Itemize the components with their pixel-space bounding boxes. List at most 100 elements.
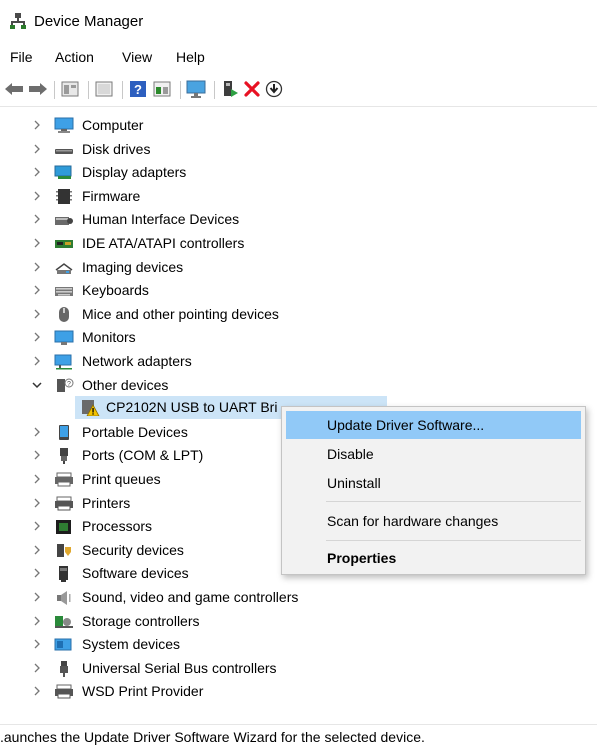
chevron-right-icon[interactable] bbox=[30, 614, 44, 628]
chevron-right-icon[interactable] bbox=[30, 189, 44, 203]
tree-item-monitors[interactable]: Monitors bbox=[0, 326, 597, 349]
menu-help[interactable]: Help bbox=[176, 49, 205, 65]
tree-item-label: Mice and other pointing devices bbox=[82, 305, 279, 322]
chevron-right-icon[interactable] bbox=[30, 236, 44, 250]
chevron-right-icon[interactable] bbox=[30, 496, 44, 510]
sound-icon bbox=[54, 589, 74, 606]
tree-item-wsd-print-provider[interactable]: WSD Print Provider bbox=[0, 680, 597, 703]
menu-item-label: Disable bbox=[327, 446, 374, 462]
portable-device-icon bbox=[54, 424, 74, 441]
tree-item-other-devices[interactable]: ? Other devices bbox=[0, 374, 597, 397]
print-queue-icon bbox=[54, 471, 74, 488]
tree-item-label: Firmware bbox=[82, 187, 141, 204]
chevron-down-icon[interactable] bbox=[30, 378, 44, 392]
usb-icon bbox=[54, 660, 74, 677]
chevron-right-icon[interactable] bbox=[30, 330, 44, 344]
tree-item-system-devices[interactable]: System devices bbox=[0, 633, 597, 656]
disk-drive-icon bbox=[54, 141, 74, 158]
chevron-right-icon[interactable] bbox=[30, 142, 44, 156]
chevron-right-icon[interactable] bbox=[30, 260, 44, 274]
chevron-right-icon[interactable] bbox=[30, 354, 44, 368]
tree-item-sound-video-and-game-controllers[interactable]: Sound, video and game controllers bbox=[0, 586, 597, 609]
tree-item-firmware[interactable]: Firmware bbox=[0, 185, 597, 208]
tree-item-disk-drives[interactable]: Disk drives bbox=[0, 138, 597, 161]
chevron-right-icon[interactable] bbox=[30, 684, 44, 698]
toolbar-separator bbox=[214, 81, 215, 99]
properties-menu-item[interactable]: Properties bbox=[286, 544, 581, 572]
display-adapter-icon bbox=[54, 164, 74, 181]
tree-item-label: Sound, video and game controllers bbox=[82, 589, 299, 605]
network-icon bbox=[54, 353, 74, 370]
tree-item-label: Storage controllers bbox=[82, 612, 200, 629]
scan-hardware-menu-item[interactable]: Scan for hardware changes bbox=[286, 507, 581, 535]
scan-monitor-icon[interactable] bbox=[186, 79, 206, 99]
show-hidden-icon[interactable] bbox=[94, 79, 114, 99]
properties-icon[interactable] bbox=[60, 79, 80, 99]
computer-view-icon[interactable] bbox=[152, 79, 172, 99]
download-icon[interactable] bbox=[264, 79, 284, 99]
firmware-icon bbox=[54, 188, 74, 205]
security-icon bbox=[54, 542, 74, 559]
chevron-right-icon[interactable] bbox=[30, 212, 44, 226]
tree-item-label: Network adapters bbox=[82, 353, 192, 369]
chevron-right-icon[interactable] bbox=[30, 472, 44, 486]
tree-item-imaging-devices[interactable]: Imaging devices bbox=[0, 256, 597, 279]
chevron-right-icon[interactable] bbox=[30, 165, 44, 179]
toolbar-separator bbox=[88, 81, 89, 99]
hid-icon bbox=[54, 211, 74, 228]
tree-item-label: Disk drives bbox=[82, 140, 151, 157]
menu-separator bbox=[326, 501, 581, 502]
tree-item-human-interface-devices[interactable]: Human Interface Devices bbox=[0, 208, 597, 231]
tree-item-label: Software devices bbox=[82, 565, 189, 582]
tree-item-label: Processors bbox=[82, 518, 153, 535]
chevron-right-icon[interactable] bbox=[30, 661, 44, 675]
computer-icon bbox=[54, 117, 74, 134]
tree-item-storage-controllers[interactable]: Storage controllers bbox=[0, 610, 597, 633]
tree-item-mice-and-other-pointing-devices[interactable]: Mice and other pointing devices bbox=[0, 303, 597, 326]
back-arrow-icon[interactable] bbox=[4, 79, 24, 99]
forward-arrow-icon[interactable] bbox=[28, 79, 48, 99]
tree-item-label: Monitors bbox=[82, 329, 136, 346]
tree-item-label: Security devices bbox=[82, 541, 184, 558]
add-driver-icon[interactable] bbox=[220, 79, 240, 99]
mouse-icon bbox=[54, 306, 74, 323]
wsd-printer-icon bbox=[54, 683, 74, 700]
disable-menu-item[interactable]: Disable bbox=[286, 440, 581, 468]
system-devices-icon bbox=[54, 636, 74, 653]
status-bar: .aunches the Update Driver Software Wiza… bbox=[0, 724, 597, 747]
help-icon[interactable]: ? bbox=[128, 79, 148, 99]
chevron-right-icon[interactable] bbox=[30, 566, 44, 580]
tree-item-display-adapters[interactable]: Display adapters bbox=[0, 161, 597, 184]
remove-device-icon[interactable] bbox=[242, 79, 262, 99]
chevron-right-icon[interactable] bbox=[30, 425, 44, 439]
tree-item-computer[interactable]: Computer bbox=[0, 114, 597, 137]
chevron-right-icon[interactable] bbox=[30, 637, 44, 651]
tree-item-keyboards[interactable]: Keyboards bbox=[0, 279, 597, 302]
svg-text:?: ? bbox=[134, 82, 142, 97]
tree-item-universal-serial-bus-controllers[interactable]: Universal Serial Bus controllers bbox=[0, 657, 597, 680]
chevron-right-icon[interactable] bbox=[30, 283, 44, 297]
processor-icon bbox=[54, 518, 74, 535]
tree-item-label: Printers bbox=[82, 494, 131, 511]
tree-item-ide-ata-atapi-controllers[interactable]: IDE ATA/ATAPI controllers bbox=[0, 232, 597, 255]
menu-action[interactable]: Action bbox=[55, 49, 94, 65]
window-title: Device Manager bbox=[34, 13, 144, 30]
status-text: .aunches the Update Driver Software Wiza… bbox=[0, 729, 425, 745]
uninstall-menu-item[interactable]: Uninstall bbox=[286, 469, 581, 497]
chevron-right-icon[interactable] bbox=[30, 448, 44, 462]
context-menu: Update Driver Software... Disable Uninst… bbox=[281, 406, 586, 575]
chevron-right-icon[interactable] bbox=[30, 519, 44, 533]
chevron-right-icon[interactable] bbox=[30, 118, 44, 132]
update-driver-menu-item[interactable]: Update Driver Software... bbox=[286, 411, 581, 439]
tree-item-network-adapters[interactable]: Network adapters bbox=[0, 350, 597, 373]
keyboard-icon bbox=[54, 282, 74, 299]
chevron-right-icon[interactable] bbox=[30, 543, 44, 557]
menu-item-label: Properties bbox=[327, 550, 397, 566]
menu-bar: File Action View Help bbox=[0, 46, 597, 68]
menu-view[interactable]: View bbox=[122, 49, 152, 65]
svg-text:?: ? bbox=[67, 381, 71, 388]
tree-item-label: Universal Serial Bus controllers bbox=[82, 659, 277, 676]
chevron-right-icon[interactable] bbox=[30, 590, 44, 604]
menu-file[interactable]: File bbox=[10, 49, 33, 65]
chevron-right-icon[interactable] bbox=[30, 307, 44, 321]
